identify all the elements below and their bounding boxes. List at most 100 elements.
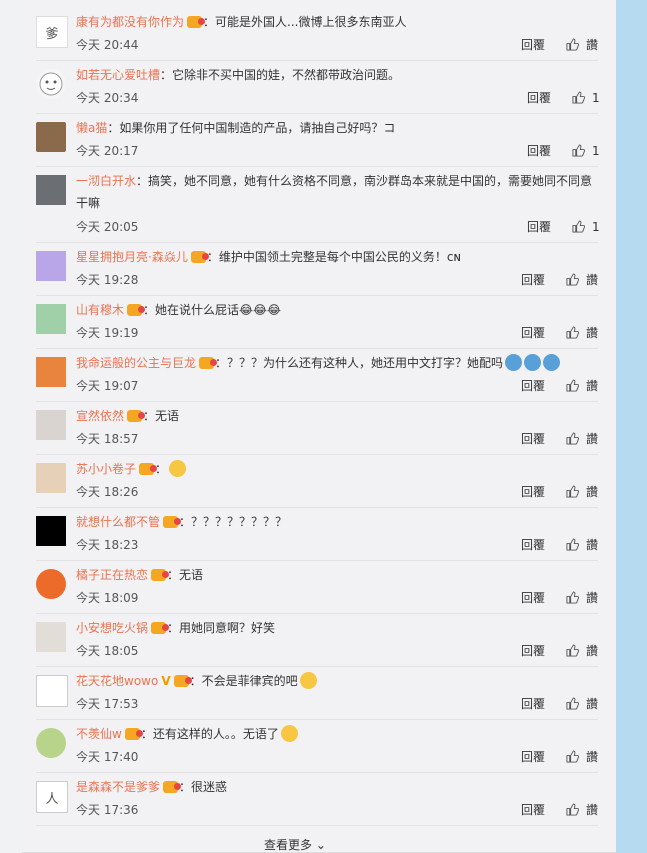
- username-link[interactable]: 就想什么都不管: [76, 515, 160, 529]
- username-link[interactable]: 我命运般的公主与巨龙: [76, 356, 196, 370]
- like-icon[interactable]: [566, 326, 579, 339]
- reply-button[interactable]: 回覆: [527, 219, 551, 235]
- view-more-link[interactable]: 查看更多 ⌄: [264, 836, 326, 853]
- like-count[interactable]: 讚: [586, 431, 598, 447]
- medal-badge-icon: [139, 463, 158, 475]
- avatar[interactable]: [36, 728, 66, 758]
- reply-button[interactable]: 回覆: [527, 143, 551, 159]
- comment-item: 一沏白开水：搞笑，她不同意，她有什么资格不同意，南沙群岛本来就是中国的，需要她同…: [36, 167, 600, 243]
- comment-item: 橘子正在热恋 ：无语 今天 18:09 回覆 讚: [36, 561, 598, 614]
- like-count[interactable]: 讚: [586, 484, 598, 500]
- reply-button[interactable]: 回覆: [521, 802, 545, 818]
- like-icon[interactable]: [566, 432, 579, 445]
- reply-button[interactable]: 回覆: [521, 537, 545, 553]
- avatar[interactable]: [36, 175, 66, 205]
- avatar[interactable]: [36, 69, 66, 99]
- username-link[interactable]: 山有穆木: [76, 303, 124, 317]
- username-link[interactable]: 宣然依然: [76, 409, 124, 423]
- like-count[interactable]: 1: [592, 143, 600, 159]
- comment-text: ：不会是菲律宾的吧: [189, 674, 298, 688]
- like-count[interactable]: 讚: [586, 696, 598, 712]
- username-link[interactable]: 不羡仙w: [76, 727, 122, 741]
- emoji-icon: [505, 354, 523, 371]
- avatar[interactable]: [36, 122, 66, 152]
- like-count[interactable]: 讚: [586, 378, 598, 394]
- like-icon[interactable]: [566, 697, 579, 710]
- comment-text: ：用她同意啊？好笑: [167, 621, 276, 635]
- timestamp: 今天 18:26: [76, 485, 139, 499]
- timestamp: 今天 20:44: [76, 38, 139, 52]
- comment-item: 如若无心爱吐槽：它除非不买中国的娃，不然都带政治问题。 今天 20:34 回覆 …: [36, 61, 600, 114]
- sweat-emoji-icon: [299, 672, 317, 689]
- like-count[interactable]: 1: [592, 219, 600, 235]
- like-icon[interactable]: [566, 38, 579, 51]
- timestamp: 今天 18:05: [76, 644, 139, 658]
- comment-item: 不羡仙w ：还有这样的人。。无语了 今天 17:40 回覆 讚: [36, 720, 598, 773]
- like-count[interactable]: 讚: [586, 537, 598, 553]
- like-icon[interactable]: [566, 591, 579, 604]
- reply-button[interactable]: 回覆: [521, 325, 545, 341]
- avatar[interactable]: [36, 675, 68, 707]
- like-icon[interactable]: [566, 485, 579, 498]
- comment-item: 山有穆木 ：她在说什么屁话😂😂😂 今天 19:19 回覆 讚: [36, 296, 598, 349]
- username-link[interactable]: 是森森不是爹爹: [76, 780, 160, 794]
- like-count[interactable]: 1: [592, 90, 600, 106]
- username-link[interactable]: 苏小小卷子: [76, 462, 136, 476]
- avatar[interactable]: [36, 304, 66, 334]
- like-count[interactable]: 讚: [586, 590, 598, 606]
- like-icon[interactable]: [566, 803, 579, 816]
- avatar[interactable]: [36, 357, 66, 387]
- like-icon[interactable]: [566, 538, 579, 551]
- reply-button[interactable]: 回覆: [521, 431, 545, 447]
- medal-badge-icon: [124, 728, 143, 740]
- like-count[interactable]: 讚: [586, 802, 598, 818]
- reply-button[interactable]: 回覆: [521, 590, 545, 606]
- like-icon[interactable]: [566, 379, 579, 392]
- username-link[interactable]: 花天花地wowo: [76, 674, 158, 688]
- like-icon[interactable]: [566, 644, 579, 657]
- like-icon[interactable]: [572, 144, 585, 157]
- like-count[interactable]: 讚: [586, 325, 598, 341]
- reply-button[interactable]: 回覆: [521, 643, 545, 659]
- username-link[interactable]: 一沏白开水: [76, 174, 136, 188]
- like-icon[interactable]: [566, 273, 579, 286]
- timestamp: 今天 18:09: [76, 591, 139, 605]
- avatar[interactable]: 人: [36, 781, 68, 813]
- username-link[interactable]: 如若无心爱吐槽: [76, 68, 160, 82]
- reply-button[interactable]: 回覆: [521, 696, 545, 712]
- like-icon[interactable]: [572, 91, 585, 104]
- reply-button[interactable]: 回覆: [521, 272, 545, 288]
- username-link[interactable]: 星星拥抱月亮·森焱儿: [76, 250, 188, 264]
- emoji-icon: [524, 354, 542, 371]
- avatar[interactable]: [36, 569, 66, 599]
- timestamp: 今天 18:57: [76, 432, 139, 446]
- timestamp: 今天 17:40: [76, 750, 139, 764]
- avatar[interactable]: [36, 410, 66, 440]
- comment-text: ：如果你用了任何中国制造的产品，请抽自己好吗？コ: [107, 121, 396, 135]
- like-count[interactable]: 讚: [586, 749, 598, 765]
- like-count[interactable]: 讚: [586, 37, 598, 53]
- reply-button[interactable]: 回覆: [521, 749, 545, 765]
- like-count[interactable]: 讚: [586, 643, 598, 659]
- avatar[interactable]: [36, 251, 66, 281]
- reply-button[interactable]: 回覆: [521, 378, 545, 394]
- comment-text: ：？？？？？？？？: [179, 515, 288, 529]
- reply-button[interactable]: 回覆: [527, 90, 551, 106]
- like-icon[interactable]: [566, 750, 579, 763]
- username-link[interactable]: 小安想吃火锅: [76, 621, 148, 635]
- username-link[interactable]: 康有为都没有你作为: [76, 15, 184, 29]
- comment-text: ：无语: [143, 409, 180, 423]
- avatar[interactable]: [36, 516, 66, 546]
- avatar[interactable]: [36, 463, 66, 493]
- timestamp: 今天 20:34: [76, 91, 139, 105]
- reply-button[interactable]: 回覆: [521, 484, 545, 500]
- left-background: [0, 0, 22, 853]
- avatar[interactable]: [36, 622, 66, 652]
- username-link[interactable]: 橘子正在热恋: [76, 568, 148, 582]
- avatar[interactable]: 爹: [36, 16, 68, 48]
- reply-button[interactable]: 回覆: [521, 37, 545, 53]
- username-link[interactable]: 懒a猫: [76, 121, 107, 135]
- like-count[interactable]: 讚: [586, 272, 598, 288]
- comment-text: ：搞笑，她不同意，她有什么资格不同意，南沙群岛本来就是中国的，需要她同不同意: [136, 174, 593, 188]
- like-icon[interactable]: [572, 220, 585, 233]
